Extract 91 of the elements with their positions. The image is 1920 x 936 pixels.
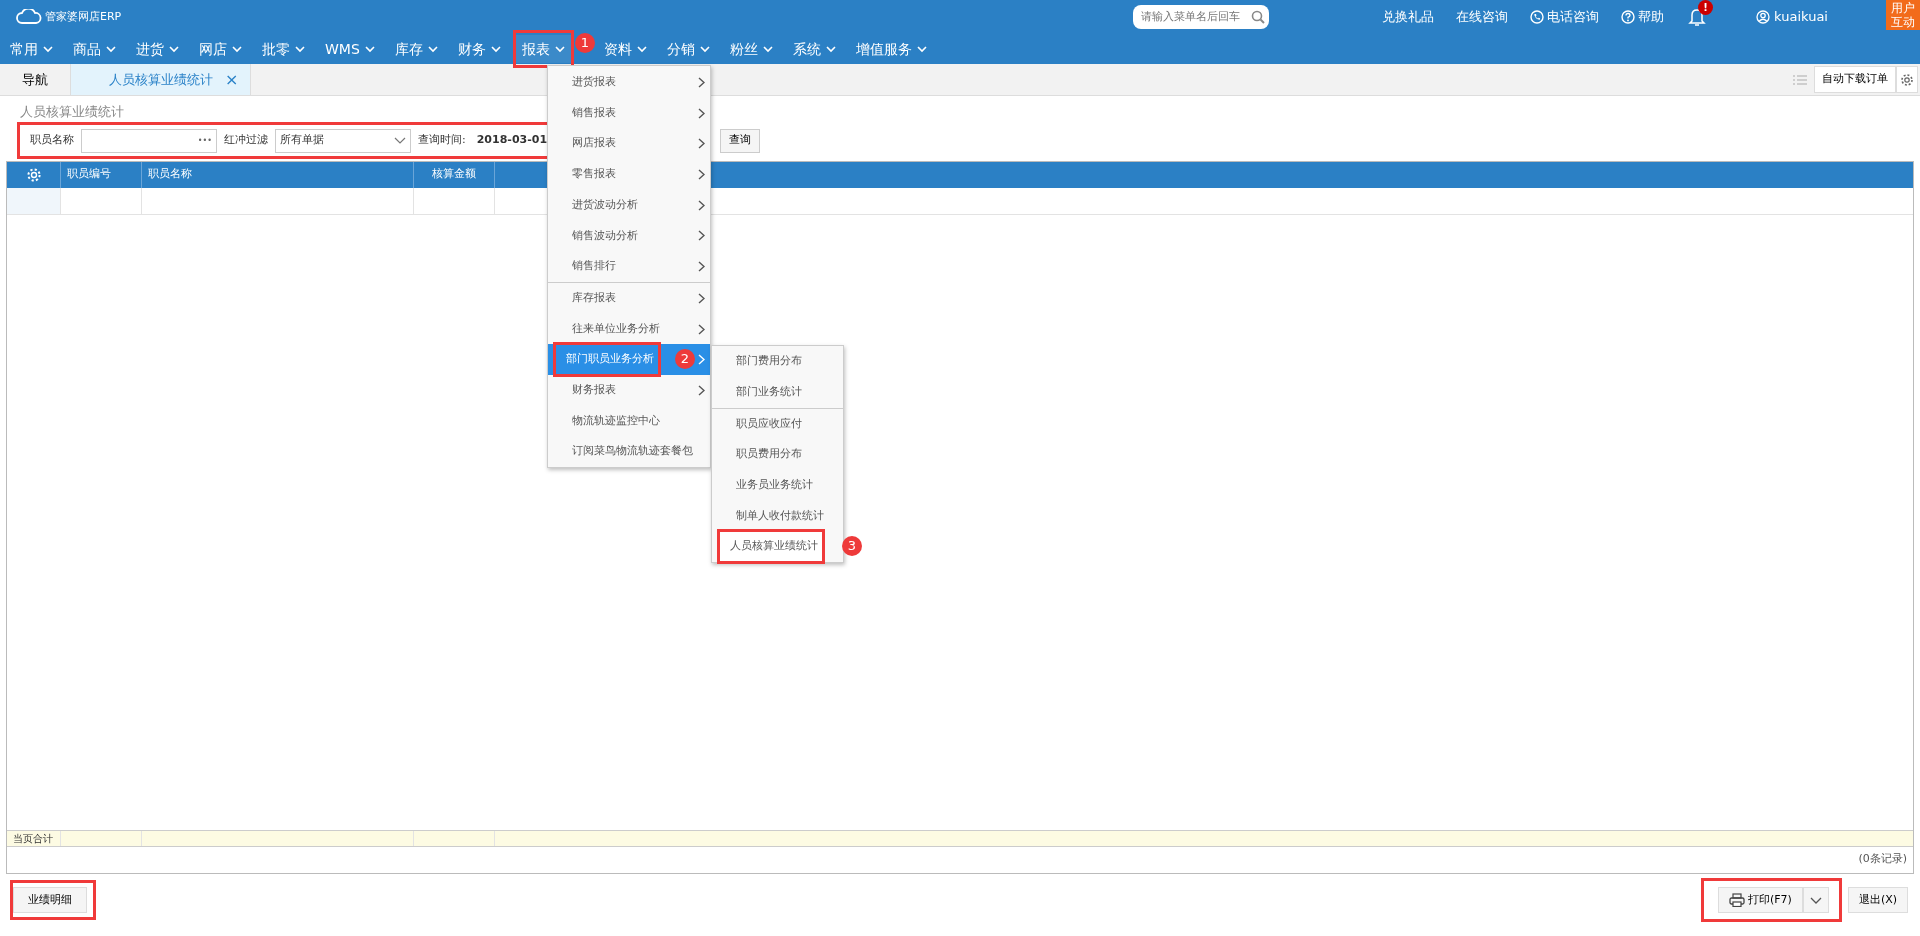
menu-item[interactable]: 库存报表 [566,289,622,307]
chevron-down-icon [1809,896,1822,904]
chevron-down-icon [364,45,375,53]
phone-icon [1530,10,1545,24]
nav-menu-item[interactable]: 资料 [599,35,651,63]
nav-menu-item[interactable]: 财务 [453,35,505,63]
column-header[interactable]: 核算金额 [414,161,495,188]
filter-dropdown[interactable]: 所有单据 [275,128,411,153]
search-field[interactable]: 请输入菜单名后回车 [1133,5,1270,29]
step-number-badge: 1 [574,33,595,53]
menu-item[interactable]: 物流轨迹监控中心 [566,412,666,430]
nav-menu-item[interactable]: 分销 [662,35,714,63]
menu-item[interactable]: 销售波动分析 [566,227,644,245]
menu-item[interactable]: 销售报表 [566,104,622,122]
record-count: (0条记录) [1858,851,1907,868]
chevron-down-icon [554,45,565,53]
column-header[interactable]: 职员名称 [142,161,414,188]
employee-field[interactable]: ••• [81,128,217,153]
settings-icon [1900,72,1914,87]
field-label: 查询时间: [418,132,466,149]
menu-item[interactable]: 进货波动分析 [566,196,644,214]
top-link[interactable]: 兑换礼品 [1382,7,1435,27]
nav-menu-item[interactable]: 进货 [132,35,183,63]
menu-item[interactable]: 零售报表 [566,166,622,183]
chevron-down-icon [825,45,836,53]
nav-menu-item[interactable]: 报表 [515,35,571,63]
chevron-down-icon [636,45,647,53]
chevron-down-icon [490,45,501,53]
detail-button[interactable]: 业绩明细 [13,887,87,913]
column-header[interactable]: 职员编号 [61,161,142,188]
nav-menu-item[interactable]: 常用 [6,35,57,63]
menu-item[interactable]: 制单人收付款统计 [730,507,830,525]
menu-item[interactable]: 订阅菜鸟物流轨迹套餐包 [566,443,699,460]
field-label: 红冲过滤 [224,132,268,149]
top-link[interactable]: 在线咨询 [1456,7,1509,27]
menu-item[interactable]: 部门费用分布 [730,353,808,370]
menu-item[interactable]: 销售排行 [566,258,622,275]
chevron-down-icon [699,45,710,53]
field-label: 职员名称 [30,132,74,149]
nav-menu-item[interactable]: 粉丝 [725,35,777,63]
chevron-down-icon [106,45,116,53]
menu-item[interactable]: 人员核算业绩统计 [730,539,818,553]
step-number-badge: 2 [675,349,695,370]
print-button[interactable]: 打印(F7) [1717,887,1803,913]
user-menu-button[interactable]: kuaikuai [1756,7,1828,27]
feedback-button[interactable]: 用户互动 [1886,0,1920,30]
menu-item[interactable]: 业务员业务统计 [730,477,819,494]
chevron-down-icon [169,45,179,53]
step-number-badge: 3 [842,536,862,557]
tab[interactable]: 人员核算业绩统计 × [71,64,252,95]
chevron-down-icon [394,137,406,144]
menu-item[interactable]: 往来单位业务分析 [566,320,666,338]
notification-badge: ! [1698,0,1714,15]
chevron-down-icon [427,45,438,53]
search-icon [1251,10,1266,24]
query-button[interactable]: 查询 [719,128,760,153]
picker-dots-button[interactable]: ••• [197,134,212,147]
auto-download-button[interactable]: 自动下载订单 [1814,66,1896,93]
settings-icon [25,166,42,183]
cloud-logo-icon [16,9,42,25]
footer-label: 当页合计 [7,830,61,846]
chevron-down-icon [295,45,305,53]
menu-item[interactable]: 部门职员业务分析 [566,352,654,366]
menu-item[interactable]: 部门业务统计 [730,383,808,401]
chevron-down-icon [762,45,773,53]
nav-menu-item[interactable]: WMS [321,35,379,63]
menu-item[interactable]: 职员费用分布 [730,446,808,463]
tab-close-button[interactable]: × [225,67,239,92]
menu-item[interactable]: 网店报表 [566,135,622,152]
top-link[interactable]: 电话咨询 [1530,7,1600,27]
logo-text: 管家婆网店ERP [45,8,122,25]
menu-item[interactable]: 进货报表 [566,74,622,91]
page-title: 人员核算业绩统计 [20,103,124,121]
help-icon [1621,10,1636,24]
menu-item[interactable]: 职员应收应付 [730,415,808,433]
nav-menu-item[interactable]: 批零 [258,35,309,63]
chevron-down-icon [916,45,927,53]
user-icon [1756,10,1771,24]
menu-item[interactable]: 财务报表 [566,381,622,399]
nav-menu-item[interactable]: 商品 [69,35,120,63]
nav-menu-item[interactable]: 增值服务 [851,35,931,63]
list-icon [1792,73,1808,86]
nav-menu-item[interactable]: 网店 [195,35,246,63]
top-link[interactable]: 帮助 [1621,7,1665,27]
chevron-down-icon [232,45,242,53]
printer-icon [1728,893,1745,907]
settings-button[interactable] [1896,66,1918,93]
exit-button[interactable]: 退出(X) [1847,887,1908,913]
nav-menu-item[interactable]: 系统 [788,35,840,63]
nav-menu-item[interactable]: 库存 [390,35,442,63]
chevron-down-icon [43,45,53,53]
